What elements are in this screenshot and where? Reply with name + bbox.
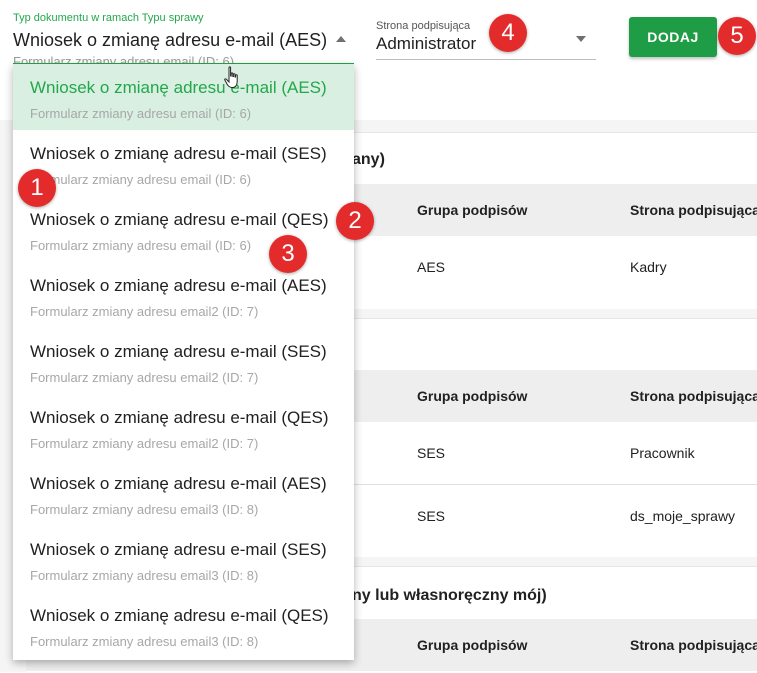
option-subtext: Formularz zmiany adresu email2 (ID: 7) bbox=[30, 370, 259, 385]
cell-signing-party: Kadry bbox=[630, 259, 667, 275]
cell-signature-group: SES bbox=[417, 445, 446, 461]
dropdown-option[interactable]: Wniosek o zmianę adresu e-mail (SES) For… bbox=[13, 526, 354, 592]
card-3-title: ny lub własnoręczny mój) bbox=[352, 587, 547, 604]
step-marker-3: 3 bbox=[269, 235, 307, 273]
hand-cursor-icon bbox=[224, 66, 238, 89]
col-header-signature-group: Grupa podpisów bbox=[417, 388, 528, 404]
col-header-signature-group: Grupa podpisów bbox=[417, 202, 528, 218]
card-1-title: any) bbox=[352, 151, 385, 168]
option-title: Wniosek o zmianę adresu e-mail (SES) bbox=[30, 144, 327, 163]
option-subtext: Formularz zmiany adresu email3 (ID: 8) bbox=[30, 502, 259, 517]
option-subtext: Formularz zmiany adresu email (ID: 6) bbox=[30, 238, 252, 253]
step-marker-1: 1 bbox=[18, 169, 56, 207]
col-header-signing-party: Strona podpisująca bbox=[630, 202, 757, 218]
dropdown-option[interactable]: Wniosek o zmianę adresu e-mail (SES) For… bbox=[13, 130, 354, 196]
dropdown-option[interactable]: Wniosek o zmianę adresu e-mail (AES) For… bbox=[13, 262, 354, 328]
option-title: Wniosek o zmianę adresu e-mail (QES) bbox=[30, 606, 329, 625]
col-header-signature-group: Grupa podpisów bbox=[417, 637, 528, 653]
option-subtext: Formularz zmiany adresu email (ID: 6) bbox=[30, 172, 252, 187]
option-title: Wniosek o zmianę adresu e-mail (AES) bbox=[30, 474, 327, 493]
option-subtext: Formularz zmiany adresu email3 (ID: 8) bbox=[30, 634, 259, 649]
dropdown-option[interactable]: Wniosek o zmianę adresu e-mail (SES) For… bbox=[13, 328, 354, 394]
document-type-select[interactable]: Typ dokumentu w ramach Typu sprawy Wnios… bbox=[13, 10, 354, 69]
document-type-dropdown[interactable]: Wniosek o zmianę adresu e-mail (AES) For… bbox=[13, 64, 354, 660]
add-button[interactable]: DODAJ bbox=[629, 17, 717, 57]
col-header-signing-party: Strona podpisująca bbox=[630, 388, 757, 404]
option-title: Wniosek o zmianę adresu e-mail (AES) bbox=[30, 276, 327, 295]
col-header-signing-party: Strona podpisująca bbox=[630, 637, 757, 653]
cell-signature-group: SES bbox=[417, 508, 446, 524]
caret-up-icon[interactable] bbox=[336, 36, 346, 42]
dropdown-option[interactable]: Wniosek o zmianę adresu e-mail (QES) For… bbox=[13, 394, 354, 460]
option-subtext: Formularz zmiany adresu email3 (ID: 8) bbox=[30, 568, 259, 583]
option-subtext: Formularz zmiany adresu email (ID: 6) bbox=[30, 106, 252, 121]
option-title: Wniosek o zmianę adresu e-mail (AES) bbox=[30, 78, 327, 97]
option-title: Wniosek o zmianę adresu e-mail (QES) bbox=[30, 210, 329, 229]
cell-signature-group: AES bbox=[417, 259, 446, 275]
signing-party-label: Strona podpisująca bbox=[376, 20, 471, 32]
cell-signing-party: Pracownik bbox=[630, 445, 695, 461]
signing-party-value: Administrator bbox=[376, 34, 477, 53]
option-subtext: Formularz zmiany adresu email2 (ID: 7) bbox=[30, 436, 259, 451]
step-marker-4: 4 bbox=[489, 14, 527, 52]
option-title: Wniosek o zmianę adresu e-mail (QES) bbox=[30, 408, 329, 427]
document-type-label: Typ dokumentu w ramach Typu sprawy bbox=[13, 12, 204, 24]
cell-signing-party: ds_moje_sprawy bbox=[630, 508, 736, 524]
option-subtext: Formularz zmiany adresu email2 (ID: 7) bbox=[30, 304, 259, 319]
step-marker-5: 5 bbox=[718, 17, 756, 55]
dropdown-option[interactable]: Wniosek o zmianę adresu e-mail (AES) For… bbox=[13, 64, 354, 130]
option-title: Wniosek o zmianę adresu e-mail (SES) bbox=[30, 342, 327, 361]
document-type-value: Wniosek o zmianę adresu e-mail (AES) bbox=[13, 30, 328, 50]
signing-party-select[interactable]: Strona podpisująca Administrator bbox=[376, 18, 596, 60]
option-title: Wniosek o zmianę adresu e-mail (SES) bbox=[30, 540, 327, 559]
step-marker-2: 2 bbox=[336, 202, 374, 240]
caret-down-icon[interactable] bbox=[576, 36, 586, 42]
dropdown-option[interactable]: Wniosek o zmianę adresu e-mail (QES) For… bbox=[13, 592, 354, 658]
dropdown-option[interactable]: Wniosek o zmianę adresu e-mail (AES) For… bbox=[13, 460, 354, 526]
